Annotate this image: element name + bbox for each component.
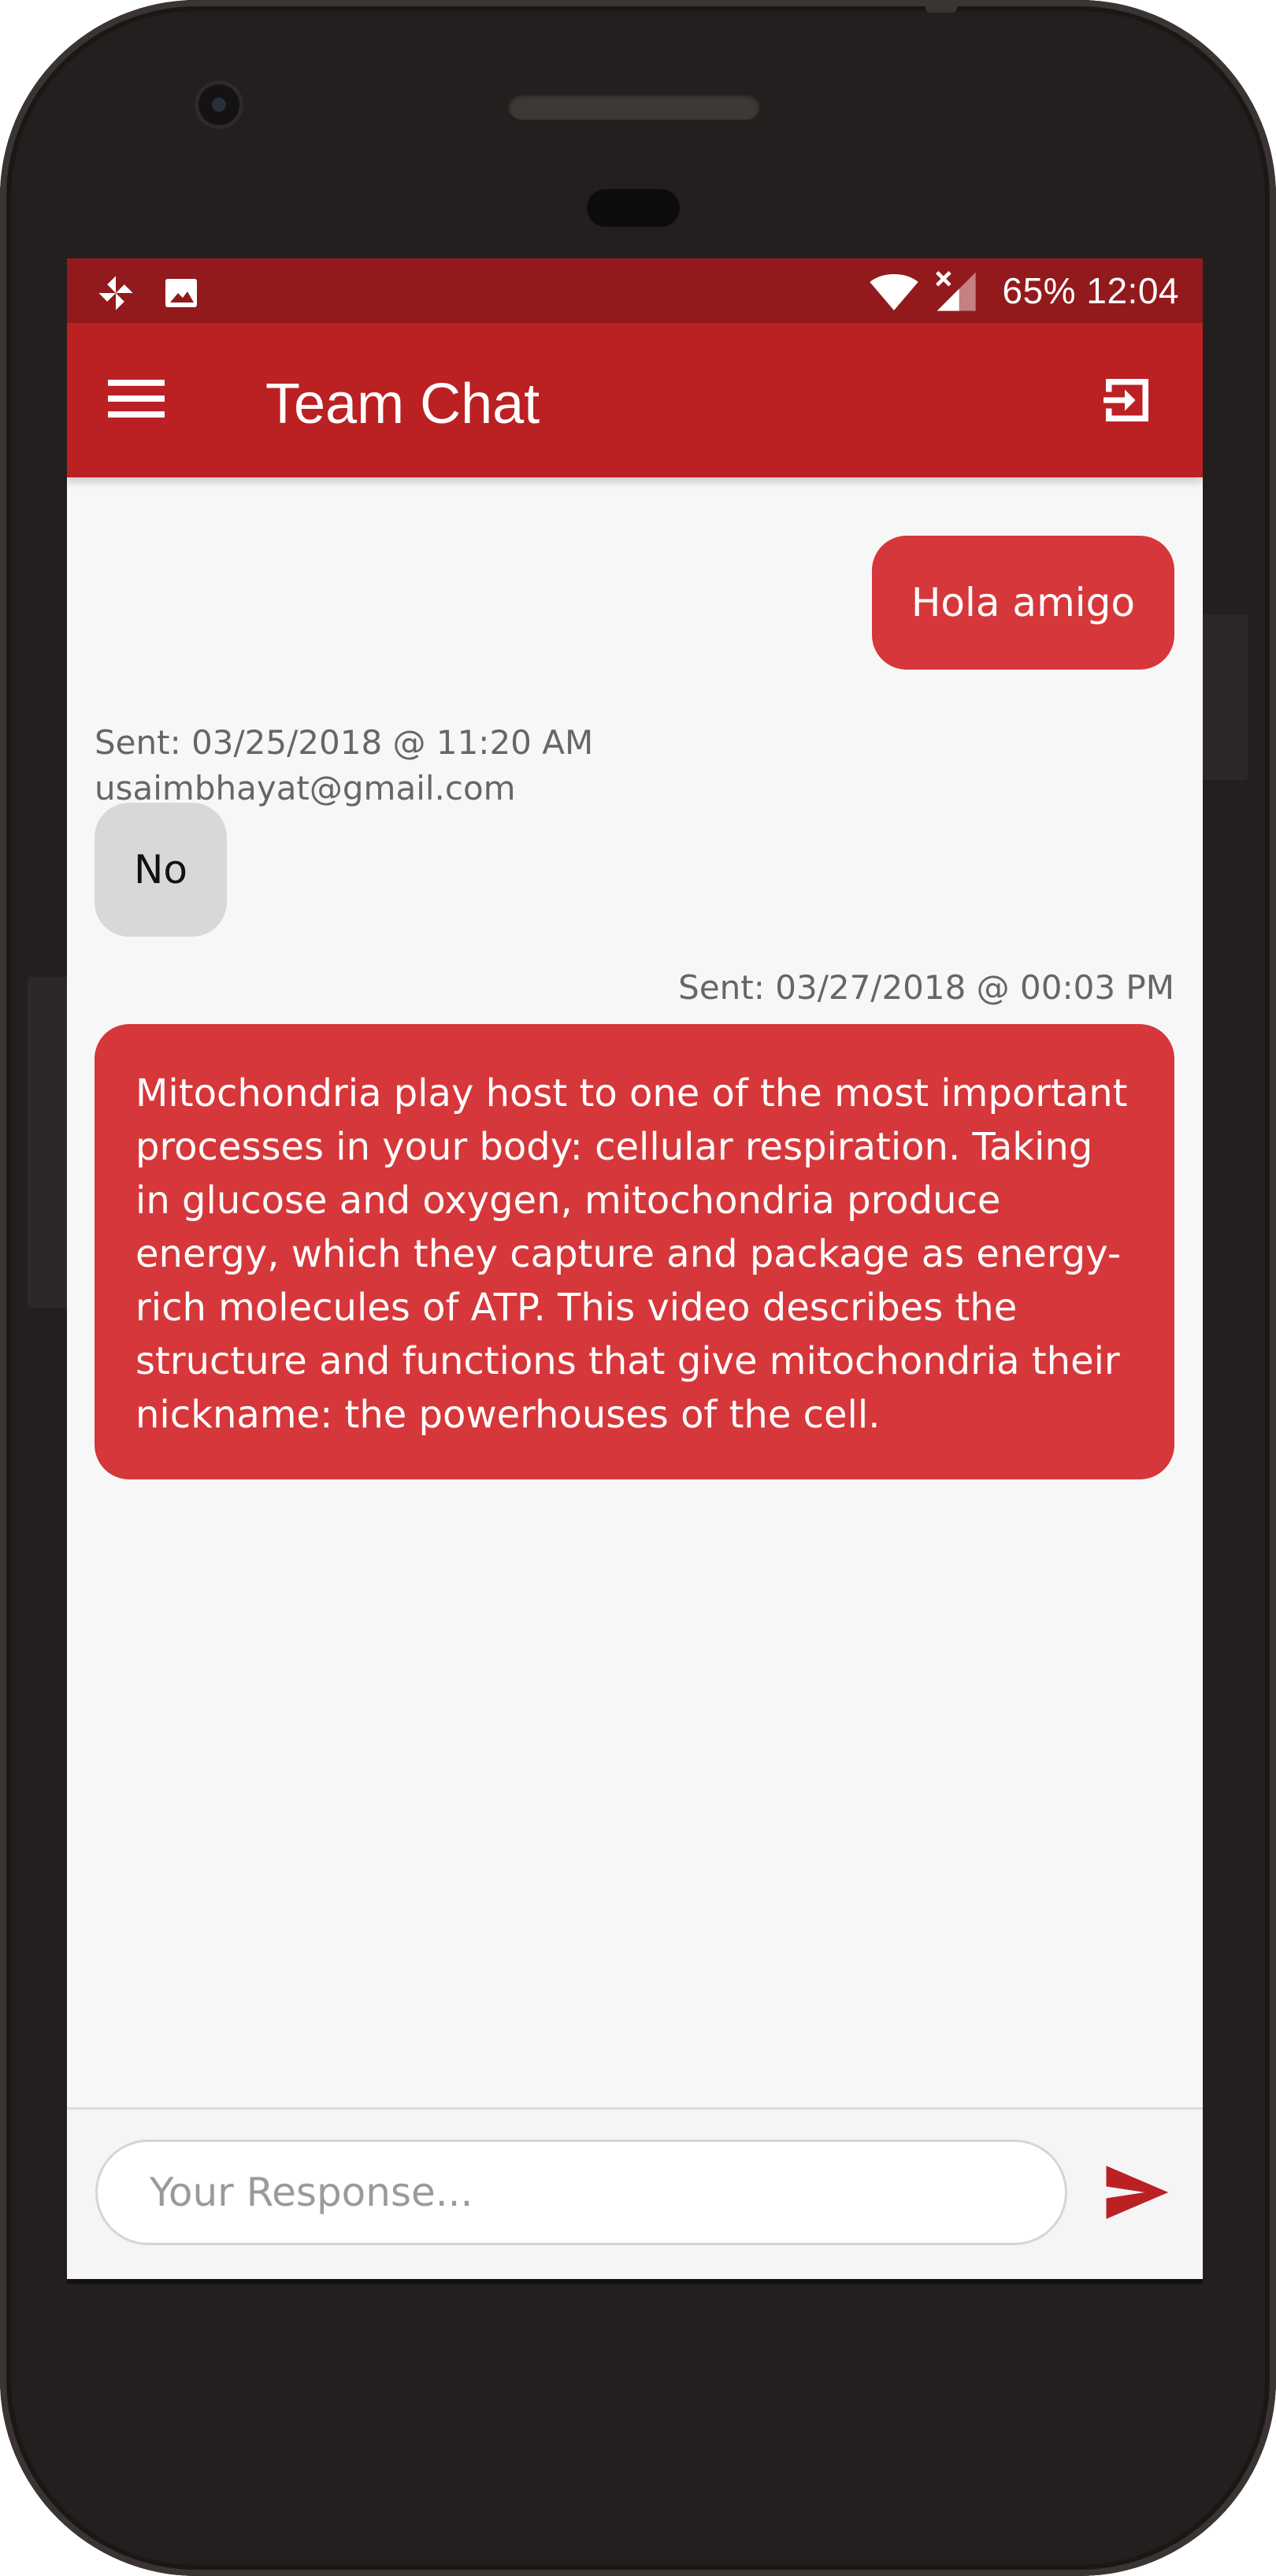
response-input[interactable] [95, 2140, 1067, 2245]
logout-icon[interactable] [1099, 372, 1155, 429]
app-bar: Team Chat [67, 323, 1203, 477]
phone-frame: 65% 12:04 Team Chat Hola amigo Sent: 03/… [0, 0, 1276, 2576]
screen-bottom-edge [67, 2279, 1203, 2284]
earpiece-speaker [508, 93, 760, 120]
status-text: 65% 12:04 [1003, 269, 1179, 312]
message-bubble-sent[interactable]: Hola amigo [871, 536, 1174, 670]
message-text: No [134, 847, 187, 893]
page-title: Team Chat [265, 373, 540, 436]
phone-screen: 65% 12:04 Team Chat Hola amigo Sent: 03/… [67, 258, 1203, 2279]
pinwheel-icon [98, 276, 133, 310]
wifi-icon [870, 274, 918, 310]
signal-icon [936, 271, 976, 311]
message-timestamp: Sent: 03/25/2018 @ 11:20 AM [95, 723, 594, 762]
message-text: Hola amigo [911, 580, 1135, 625]
message-sender: usaimbhayat@gmail.com [95, 769, 516, 807]
image-icon [165, 279, 197, 307]
hamburger-menu-icon[interactable] [108, 375, 165, 422]
message-list[interactable]: Hola amigo Sent: 03/25/2018 @ 11:20 AM u… [67, 477, 1203, 2053]
clock: 12:04 [1086, 270, 1179, 311]
phone-top-button [925, 0, 957, 13]
battery-percent: 65% [1002, 270, 1077, 311]
send-icon[interactable] [1100, 2157, 1171, 2228]
message-composer [67, 2107, 1203, 2279]
status-bar: 65% 12:04 [67, 258, 1203, 323]
message-timestamp: Sent: 03/27/2018 @ 00:03 PM [678, 968, 1174, 1007]
message-text: Mitochondria play host to one of the mos… [135, 1071, 1128, 1437]
message-bubble-sent[interactable]: Mitochondria play host to one of the mos… [95, 1024, 1174, 1479]
message-bubble-received[interactable]: No [95, 803, 227, 937]
proximity-sensor [587, 189, 680, 227]
front-camera [195, 80, 243, 129]
